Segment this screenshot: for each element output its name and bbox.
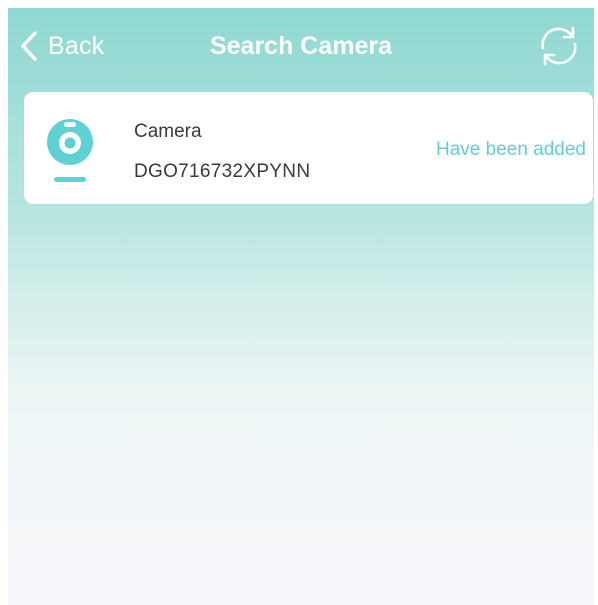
camera-icon <box>46 114 94 186</box>
page-title: Search Camera <box>209 32 393 60</box>
refresh-icon <box>536 26 582 73</box>
device-id: DGO716732XPYNN <box>134 161 311 182</box>
device-list-item[interactable]: Camera DGO716732XPYNN Have been added <box>24 92 593 204</box>
screen: Back Search Camera Camera DGO716732XPYNN… <box>8 8 594 605</box>
device-name: Camera <box>134 121 202 142</box>
refresh-button[interactable] <box>536 23 582 69</box>
status-badge: Have been added <box>435 139 586 160</box>
nav-bar: Back Search Camera <box>8 8 594 84</box>
